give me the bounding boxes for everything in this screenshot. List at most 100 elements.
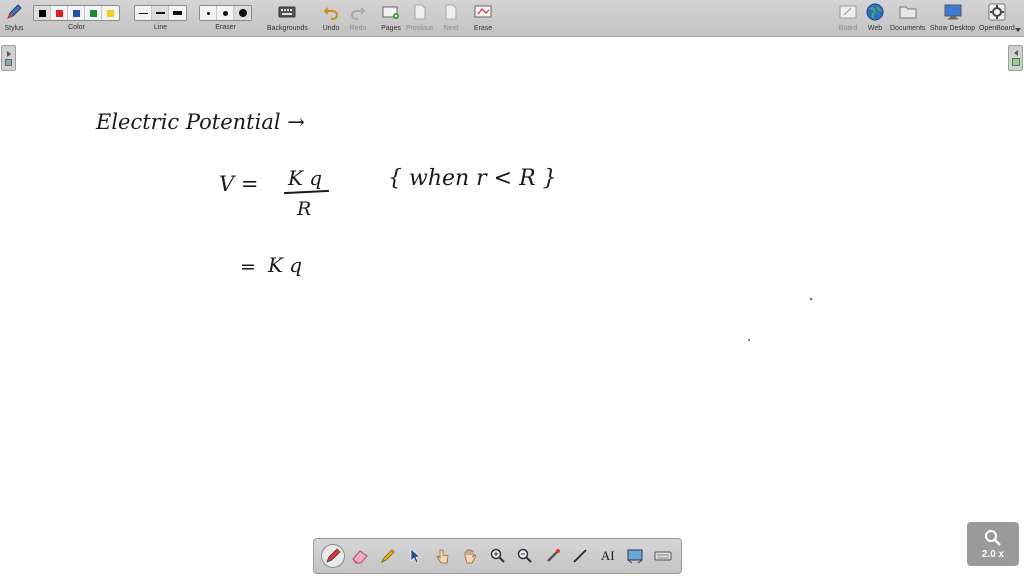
undo-label: Undo <box>322 25 340 32</box>
openboard-menu-button[interactable]: OpenBoard <box>979 2 1015 32</box>
board-label: Board <box>838 25 858 32</box>
previous-page-icon <box>409 2 431 22</box>
next-label: Next <box>443 25 459 32</box>
zoom-out-tool[interactable] <box>512 541 540 571</box>
board-button[interactable]: Board <box>837 2 859 32</box>
text-tool[interactable]: AI <box>594 541 622 571</box>
show-desktop-button[interactable]: Show Desktop <box>930 2 975 32</box>
line-thick[interactable] <box>169 6 186 20</box>
tool-palette: AI <box>313 538 682 574</box>
eraser-large[interactable] <box>234 6 251 20</box>
line-tool[interactable] <box>567 541 595 571</box>
show-desktop-label: Show Desktop <box>930 25 976 32</box>
eraser-group: Eraser <box>199 2 252 31</box>
undo-button[interactable]: Undo <box>320 2 342 32</box>
line-label: Line <box>153 24 168 31</box>
fraction-bar <box>283 189 330 194</box>
fraction-numerator: K q <box>288 166 323 190</box>
pages-label: Pages <box>381 25 401 32</box>
line-thin[interactable] <box>135 6 152 20</box>
eraser-label: Eraser <box>215 24 236 31</box>
next-button[interactable]: Next <box>440 2 462 32</box>
color-red[interactable] <box>51 6 68 20</box>
zoom-indicator[interactable]: 2.0 x <box>967 522 1019 566</box>
laser-pointer-icon <box>546 549 560 562</box>
redo-label: Redo <box>349 25 367 32</box>
folder-icon <box>897 2 919 22</box>
color-palette <box>33 5 120 21</box>
line-icon <box>573 549 587 563</box>
pen-tool[interactable] <box>319 541 347 571</box>
marker-tool[interactable] <box>374 541 402 571</box>
line-medium[interactable] <box>152 6 169 20</box>
color-green[interactable] <box>85 6 102 20</box>
stylus-label: Stylus <box>4 25 24 32</box>
backgrounds-label: Backgrounds <box>267 25 308 32</box>
pen-icon <box>326 548 341 563</box>
magnifier-icon <box>985 529 1001 546</box>
documents-button[interactable]: Documents <box>890 2 925 32</box>
eraser-tool[interactable] <box>347 541 375 571</box>
eraser-small[interactable] <box>200 6 217 20</box>
previous-button[interactable]: Previous <box>406 2 433 32</box>
documents-label: Documents <box>890 25 926 32</box>
zoom-in-icon <box>490 548 505 563</box>
board-icon <box>837 2 859 22</box>
redo-button[interactable]: Redo <box>347 2 369 32</box>
color-black[interactable] <box>34 6 51 20</box>
hand-icon <box>464 549 477 564</box>
pointing-hand-icon <box>436 549 449 564</box>
stray-dot <box>810 298 812 300</box>
keyboard-icon <box>654 551 672 561</box>
erase-button[interactable]: Erase <box>472 2 494 32</box>
whiteboard-canvas[interactable]: Electric Potential → V = K q R { when r … <box>0 38 1024 576</box>
web-button[interactable]: Web <box>864 2 886 32</box>
eraser-medium[interactable] <box>217 6 234 20</box>
hand-tool[interactable] <box>457 541 485 571</box>
highlighter-icon <box>380 549 395 564</box>
fraction-denominator: R <box>297 198 312 220</box>
eraser-icon <box>352 550 368 564</box>
next-page-icon <box>440 2 462 22</box>
text-tool-label: AI <box>600 548 615 563</box>
screen-capture-icon <box>627 549 643 564</box>
stylus-icon <box>3 2 25 22</box>
arrow-cursor-icon <box>410 548 422 564</box>
zoom-level: 2.0 x <box>981 548 1005 560</box>
condition-text: { when r < R } <box>388 166 557 191</box>
toolbar-overflow-arrow-icon[interactable] <box>1015 28 1021 32</box>
heading-electric-potential: Electric Potential → <box>96 110 305 134</box>
redo-icon <box>347 2 369 22</box>
gear-icon <box>986 2 1008 22</box>
eraser-size-palette <box>199 5 252 21</box>
previous-label: Previous <box>406 25 434 32</box>
pages-button[interactable]: Pages <box>380 2 402 32</box>
globe-icon <box>864 2 886 22</box>
laser-pointer-tool[interactable] <box>539 541 567 571</box>
line-width-palette <box>134 5 187 21</box>
capture-tool[interactable] <box>622 541 650 571</box>
virtual-keyboard-tool[interactable] <box>649 541 677 571</box>
second-equals: = <box>240 256 256 278</box>
erase-board-icon <box>472 2 494 22</box>
openboard-label: OpenBoard <box>979 25 1015 32</box>
zoom-in-tool[interactable] <box>484 541 512 571</box>
stray-dot <box>748 339 750 341</box>
undo-icon <box>320 2 342 22</box>
color-yellow[interactable] <box>102 6 119 20</box>
zoom-out-icon <box>518 548 532 563</box>
v-equals: V = <box>219 172 259 196</box>
top-toolbar: Stylus Color Line Eraser Backgrounds Und… <box>0 0 1024 37</box>
stylus-button[interactable]: Stylus <box>3 2 25 32</box>
play-tool[interactable] <box>429 541 457 571</box>
desktop-icon <box>942 2 964 22</box>
line-group: Line <box>134 2 187 31</box>
color-group: Color <box>33 2 120 31</box>
second-expression: K q <box>268 253 303 277</box>
color-label: Color <box>68 24 85 31</box>
pages-icon <box>380 2 402 22</box>
web-label: Web <box>867 25 883 32</box>
color-blue[interactable] <box>68 6 85 20</box>
backgrounds-button[interactable]: Backgrounds <box>267 2 308 32</box>
selector-tool[interactable] <box>402 541 430 571</box>
